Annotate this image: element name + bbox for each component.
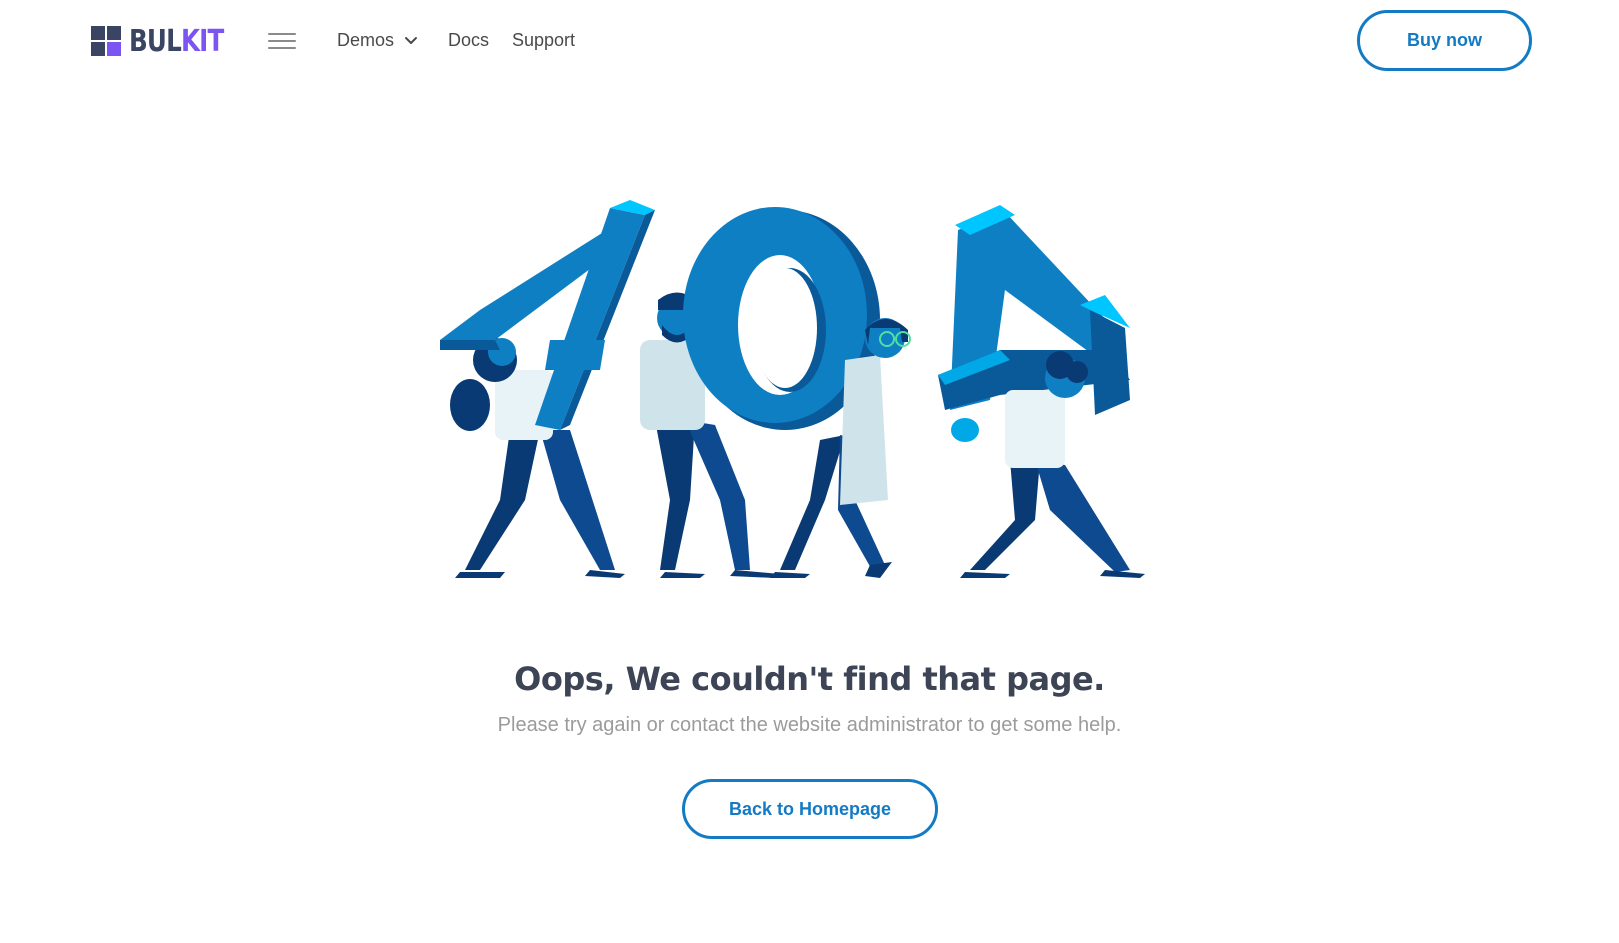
brand-logo[interactable]: BUL KIT — [91, 23, 244, 59]
404-illustration: 404 — [440, 200, 1145, 578]
nav-link-docs[interactable]: Docs — [448, 28, 489, 52]
hamburger-icon[interactable] — [268, 30, 296, 52]
chevron-down-icon — [405, 37, 418, 44]
digit-four-right — [938, 205, 1130, 415]
nav-link-demos-label: Demos — [337, 30, 395, 50]
back-to-homepage-button[interactable]: Back to Homepage — [682, 779, 938, 839]
brand-wordmark-part1: BUL — [129, 23, 182, 59]
figure-1 — [450, 338, 625, 578]
nav-link-demos[interactable]: Demos — [337, 28, 418, 52]
brand-wordmark: BUL KIT — [129, 23, 224, 59]
grid-logo-icon — [91, 26, 121, 56]
buy-now-button[interactable]: Buy now — [1357, 10, 1532, 71]
error-headline: Oops, We couldn't find that page. — [514, 660, 1105, 698]
navbar: BUL KIT Demos Docs Support Buy now — [0, 0, 1619, 82]
brand-wordmark-part2: KIT — [180, 23, 224, 59]
nav-link-support[interactable]: Support — [512, 28, 575, 52]
error-subtext: Please try again or contact the website … — [497, 714, 1122, 736]
